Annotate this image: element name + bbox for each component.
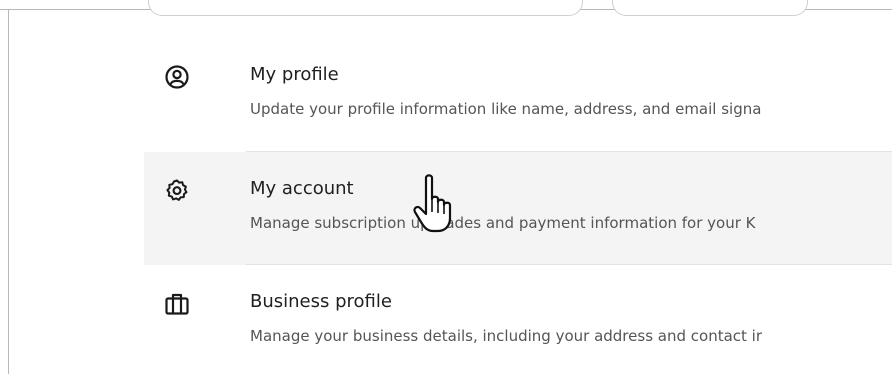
menu-item-my-account[interactable]: My account Manage subscription upgrades …	[144, 152, 892, 265]
gear-icon	[164, 178, 190, 204]
top-button[interactable]	[612, 0, 808, 16]
menu-item-title: Business profile	[250, 291, 392, 312]
settings-panel: My profile Update your profile informati…	[0, 0, 892, 374]
menu-item-title: My profile	[250, 64, 339, 85]
menu-item-business-profile[interactable]: Business profile Manage your business de…	[144, 265, 892, 378]
top-input-field[interactable]	[148, 0, 583, 16]
menu-item-description: Manage your business details, including …	[250, 327, 762, 345]
menu-item-description: Update your profile information like nam…	[250, 100, 762, 118]
menu-item-description: Manage subscription upgrades and payment…	[250, 214, 756, 232]
menu-item-title: My account	[250, 178, 354, 199]
left-border	[8, 10, 9, 374]
menu-item-my-profile[interactable]: My profile Update your profile informati…	[144, 38, 892, 151]
briefcase-icon	[164, 291, 190, 317]
user-circle-icon	[164, 64, 190, 90]
